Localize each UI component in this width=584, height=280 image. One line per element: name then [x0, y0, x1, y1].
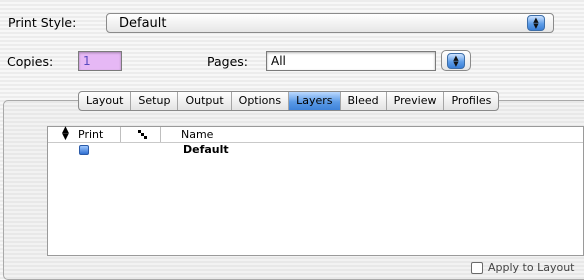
up-down-arrows-icon: ▲ ▼: [447, 53, 465, 69]
pages-label: Pages:: [207, 54, 248, 69]
tab-output[interactable]: Output: [178, 92, 232, 110]
up-down-arrows-icon: ▲ ▼: [527, 15, 545, 31]
tab-layers[interactable]: Layers: [289, 92, 341, 110]
pages-popup-button[interactable]: ▲ ▼: [441, 50, 471, 71]
column-header-print[interactable]: Print: [78, 128, 103, 141]
table-header: ▲ ▼ Print Name: [48, 126, 583, 143]
print-checkbox[interactable]: [79, 145, 89, 155]
layer-name: Default: [183, 143, 229, 156]
tab-bar: Layout Setup Output Options Layers Bleed…: [78, 91, 500, 111]
column-header-name[interactable]: Name: [181, 128, 213, 141]
print-style-value: Default: [119, 16, 167, 31]
column-divider[interactable]: [120, 127, 121, 142]
apply-to-layout-label: Apply to Layout: [488, 261, 575, 274]
tab-preview[interactable]: Preview: [387, 92, 445, 110]
apply-to-layout-checkbox[interactable]: [471, 262, 483, 274]
table-row[interactable]: Default: [48, 143, 583, 157]
layers-table: ▲ ▼ Print Name Default: [47, 126, 584, 256]
sort-arrows-icon[interactable]: ▲ ▼: [62, 126, 69, 142]
tab-bleed[interactable]: Bleed: [341, 92, 387, 110]
layer-lock-icon[interactable]: [138, 129, 147, 139]
tab-setup[interactable]: Setup: [131, 92, 179, 110]
print-style-popup[interactable]: Default ▲ ▼: [106, 13, 554, 33]
copies-field[interactable]: 1: [78, 51, 122, 71]
tab-profiles[interactable]: Profiles: [444, 92, 498, 110]
pages-field[interactable]: All: [266, 51, 436, 71]
copies-label: Copies:: [7, 54, 54, 69]
tab-options[interactable]: Options: [232, 92, 290, 110]
column-divider[interactable]: [160, 127, 161, 142]
print-style-label: Print Style:: [8, 15, 77, 30]
tab-layout[interactable]: Layout: [79, 92, 132, 110]
